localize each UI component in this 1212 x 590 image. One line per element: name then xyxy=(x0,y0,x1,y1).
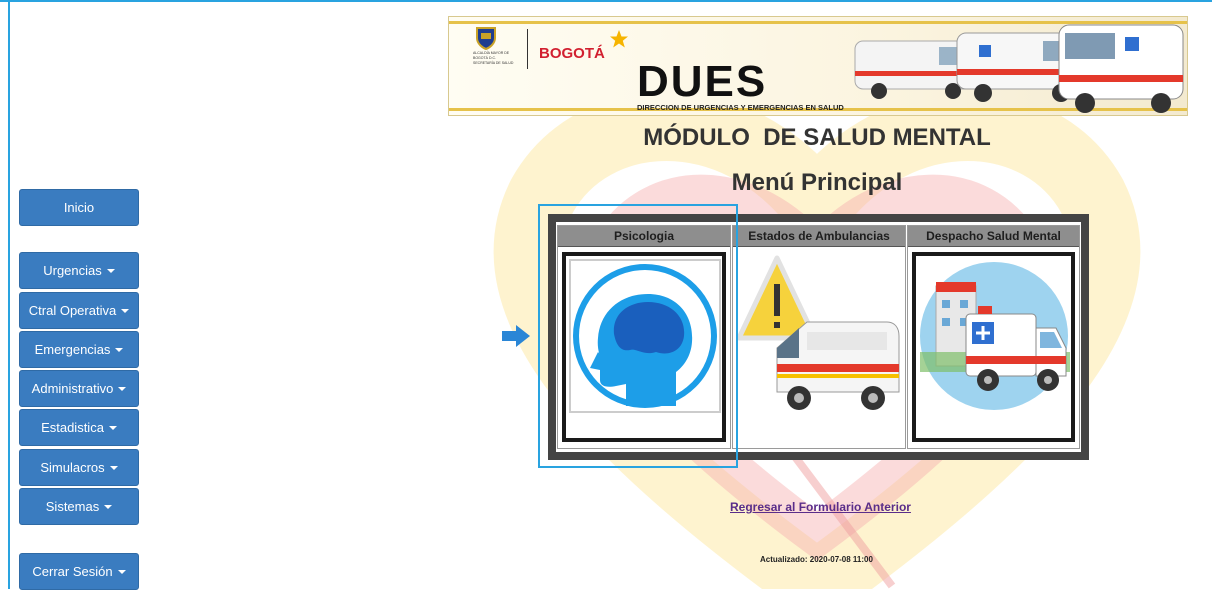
left-border xyxy=(8,0,10,589)
column-header: Psicologia xyxy=(558,226,730,247)
nav-simulacros-button[interactable]: Simulacros xyxy=(19,449,139,486)
nav-label: Emergencias xyxy=(34,342,111,357)
nav-label: Inicio xyxy=(63,200,95,215)
ambulance-warning-icon xyxy=(736,255,900,410)
bogota-logo: BOGOTÁ xyxy=(539,45,605,62)
menu-panel: Psicologia Estados de Ambulancias Despac… xyxy=(548,214,1089,460)
head-brain-icon xyxy=(569,259,721,413)
nav-cerrar-sesion-button[interactable]: Cerrar Sesión xyxy=(19,553,139,590)
coat-of-arms-icon xyxy=(476,27,496,50)
back-link[interactable]: Regresar al Formulario Anterior xyxy=(730,500,911,514)
top-border xyxy=(0,0,1212,2)
nav-label: Estadistica xyxy=(41,420,104,435)
column-header: Estados de Ambulancias xyxy=(733,226,905,247)
ambulance-fleet-image xyxy=(854,24,1184,113)
estados-image[interactable] xyxy=(736,252,901,442)
caret-down-icon xyxy=(115,347,124,352)
caret-down-icon xyxy=(109,465,118,470)
caret-down-icon xyxy=(117,569,126,574)
nav-label: Ctral Operativa xyxy=(28,303,117,318)
star-icon xyxy=(610,30,628,48)
hospital-ambulance-icon xyxy=(920,262,1070,410)
caret-down-icon xyxy=(104,504,113,509)
menu-option-despacho-salud-mental[interactable]: Despacho Salud Mental xyxy=(907,225,1080,449)
despacho-image-frame[interactable] xyxy=(912,252,1075,442)
caret-down-icon xyxy=(121,308,130,313)
menu-option-psicologia[interactable]: Psicologia xyxy=(557,225,731,449)
dues-logo: DUES xyxy=(637,57,768,106)
logo-divider xyxy=(527,29,528,69)
nav-sistemas-button[interactable]: Sistemas xyxy=(19,488,139,525)
caret-down-icon xyxy=(118,386,127,391)
alcaldia-text: ALCALDÍA MAYOR DE BOGOTÁ D.C. SECRETARÍA… xyxy=(473,51,514,65)
nav-label: Cerrar Sesión xyxy=(32,564,113,579)
nav-administrativo-button[interactable]: Administrativo xyxy=(19,370,139,407)
nav-estadistica-button[interactable]: Estadistica xyxy=(19,409,139,446)
nav-inicio-button[interactable]: Inicio xyxy=(19,189,139,226)
dues-banner: ALCALDÍA MAYOR DE BOGOTÁ D.C. SECRETARÍA… xyxy=(448,16,1188,116)
dues-subtitle: DIRECCION DE URGENCIAS Y EMERGENCIAS EN … xyxy=(637,103,844,112)
arrow-right-icon xyxy=(502,325,530,347)
menu-option-estados-ambulancias[interactable]: Estados de Ambulancias xyxy=(732,225,906,449)
nav-label: Simulacros xyxy=(40,460,105,475)
caret-down-icon xyxy=(106,268,115,273)
nav-label: Urgencias xyxy=(43,263,102,278)
module-title: MÓDULO DE SALUD MENTAL xyxy=(643,124,991,151)
nav-emergencias-button[interactable]: Emergencias xyxy=(19,331,139,368)
psicologia-image-frame[interactable] xyxy=(562,252,726,442)
caret-down-icon xyxy=(108,425,117,430)
updated-timestamp: Actualizado: 2020-07-08 11:00 xyxy=(760,555,873,564)
menu-title: Menú Principal xyxy=(731,169,903,196)
nav-label: Sistemas xyxy=(45,499,100,514)
column-header: Despacho Salud Mental xyxy=(908,226,1079,247)
nav-urgencias-button[interactable]: Urgencias xyxy=(19,252,139,289)
nav-ctral-operativa-button[interactable]: Ctral Operativa xyxy=(19,292,139,329)
menu-table: Psicologia Estados de Ambulancias Despac… xyxy=(556,222,1081,452)
nav-label: Administrativo xyxy=(31,381,114,396)
